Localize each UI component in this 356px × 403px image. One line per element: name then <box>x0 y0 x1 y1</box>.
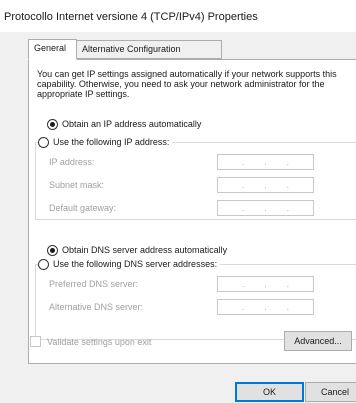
radio-unselected-indicator <box>38 258 49 270</box>
obtain-ip-auto-label: Obtain an IP address automatically <box>62 119 202 129</box>
radio-selected-indicator <box>47 118 58 130</box>
validate-settings-checkbox[interactable]: Validate settings upon exit <box>30 336 151 347</box>
default-gateway-label: Default gateway: <box>49 203 117 213</box>
use-following-dns-radio[interactable]: Use the following DNS server addresses: <box>38 257 221 271</box>
advanced-button[interactable]: Advanced... <box>284 331 352 351</box>
preferred-dns-label: Preferred DNS server: <box>49 279 139 289</box>
obtain-dns-auto-label: Obtain DNS server address automatically <box>62 245 228 255</box>
ip-address-group: Use the following IP address: IP address… <box>35 135 356 220</box>
window-title: Protocollo Internet versione 4 (TCP/IPv4… <box>4 11 258 23</box>
alternative-dns-input[interactable]: ... <box>217 299 314 315</box>
ok-button[interactable]: OK <box>235 382 304 402</box>
dialog-body: General Alternative Configuration You ca… <box>0 32 356 403</box>
tab-alternative-configuration[interactable]: Alternative Configuration <box>76 40 222 59</box>
checkbox-box <box>30 336 41 347</box>
ip-address-input[interactable]: ... <box>217 154 314 170</box>
ipv4-properties-dialog: Protocollo Internet versione 4 (TCP/IPv4… <box>0 0 356 403</box>
validate-settings-label: Validate settings upon exit <box>47 336 152 347</box>
dns-server-group: Use the following DNS server addresses: … <box>35 257 356 340</box>
alternative-dns-label: Alternative DNS server: <box>49 302 144 312</box>
subnet-mask-input[interactable]: ... <box>217 177 314 193</box>
description-text: You can get IP settings assigned automat… <box>37 69 337 99</box>
ip-address-label: IP address: <box>49 157 95 167</box>
title-bar: Protocollo Internet versione 4 (TCP/IPv4… <box>0 0 356 32</box>
preferred-dns-input[interactable]: ... <box>217 276 314 292</box>
cancel-button[interactable]: Cancel <box>305 382 356 402</box>
radio-selected-indicator <box>47 244 58 256</box>
obtain-dns-auto-radio[interactable]: Obtain DNS server address automatically <box>47 243 231 257</box>
obtain-ip-auto-radio[interactable]: Obtain an IP address automatically <box>47 117 205 131</box>
general-tab-panel: You can get IP settings assigned automat… <box>28 59 356 364</box>
use-following-ip-label: Use the following IP address: <box>53 137 170 147</box>
default-gateway-input[interactable]: ... <box>217 200 314 216</box>
subnet-mask-label: Subnet mask: <box>49 180 105 190</box>
use-following-dns-label: Use the following DNS server addresses: <box>53 259 218 269</box>
tab-general[interactable]: General <box>28 39 77 60</box>
radio-unselected-indicator <box>38 136 49 148</box>
use-following-ip-radio[interactable]: Use the following IP address: <box>38 135 173 149</box>
